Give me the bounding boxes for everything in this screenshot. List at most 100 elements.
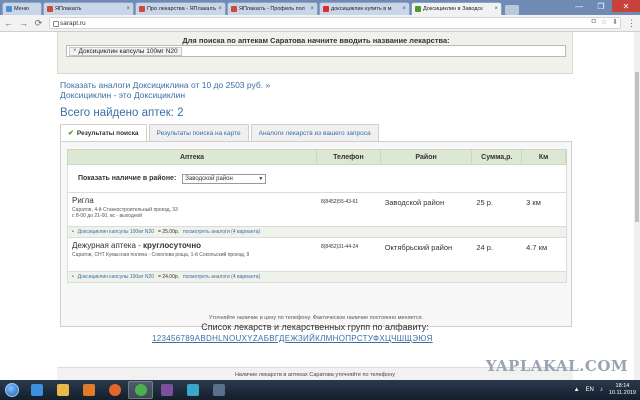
pharmacy-sum: 24 р. [476, 243, 494, 252]
address-bar: ← → ⟳ sarapt.ru ⋮ [0, 15, 640, 32]
search-chip-label: Доксициклин капсулы 100мг N20 [78, 47, 178, 55]
pharmacy-cell: Дежурная аптека - круглосуточно Саратов,… [68, 238, 317, 271]
search-input[interactable]: × Доксициклин капсулы 100мг N20 [66, 45, 566, 57]
item-analogs-link[interactable]: посмотреть аналоги (4 варианта) [183, 229, 260, 235]
browser-tab[interactable]: ЯПлакалъ × [43, 2, 134, 15]
browser-tab-label: Про лекарства - ЯПлакалъ [147, 6, 217, 12]
close-tab-icon[interactable]: × [402, 6, 406, 12]
close-button[interactable]: ✕ [612, 0, 640, 12]
browser-tab[interactable]: Доксициклин в Заводск × [411, 2, 502, 15]
camera-icon[interactable]: ◘ [592, 18, 596, 26]
pharmacy-sum: 25 р. [476, 198, 494, 207]
language-indicator[interactable]: EN [586, 387, 594, 393]
district-filter: Показать наличие в районе: Заводской рай… [67, 165, 567, 193]
close-tab-icon[interactable]: × [218, 6, 222, 12]
search-label: Для поиска по аптекам Саратова начните в… [182, 36, 450, 45]
chrome-icon[interactable] [128, 381, 153, 399]
bullet-icon: • [72, 274, 74, 280]
clock-date: 10.11.2019 [608, 390, 636, 396]
media-icon[interactable] [76, 381, 101, 399]
table-row: Ригла Саратов, 4-й Станкостроительный пр… [67, 193, 567, 227]
ie-icon[interactable] [24, 381, 49, 399]
tab-label: Результаты поиска на карте [156, 129, 241, 137]
page-scrollbar[interactable] [634, 32, 640, 380]
pharmacy-name: Дежурная аптека - круглосуточно [72, 241, 202, 250]
tab-map-results[interactable]: Результаты поиска на карте [148, 124, 249, 141]
volume-icon[interactable]: ♪ [600, 387, 603, 393]
col-district: Район [381, 150, 473, 164]
show-analogs-link[interactable]: Показать аналоги Доксициклина от 10 до 2… [60, 80, 270, 90]
clock[interactable]: 18:14 10.11.2019 [609, 383, 636, 397]
photo-icon[interactable] [180, 381, 205, 399]
item-analogs-link[interactable]: посмотреть аналоги (4 варианта) [183, 274, 260, 280]
item-link[interactable]: Доксициклин капсулы 100мг N20 [78, 229, 154, 235]
windows-taskbar: ▲ EN ♪ 18:14 10.11.2019 [0, 380, 640, 400]
star-icon[interactable]: ☆ [601, 18, 607, 26]
scrollbar-thumb[interactable] [635, 72, 639, 222]
search-panel: Для поиска по аптекам Саратова начните в… [57, 32, 573, 74]
page-content: Для поиска по аптекам Саратова начните в… [57, 32, 573, 380]
pharmacy-distance: 3 км [526, 198, 541, 207]
availability-note: Уточняйте наличие и цену по телефону. Фа… [208, 315, 424, 321]
start-button[interactable] [0, 380, 24, 400]
tray-up-icon[interactable]: ▲ [574, 387, 580, 393]
tab-label: Аналоги лекарств из вашего запроса [258, 129, 371, 137]
minimize-button[interactable]: — [568, 0, 590, 12]
item-price: = 25.00р. [158, 229, 180, 235]
search-chip[interactable]: × Доксициклин капсулы 100мг N20 [69, 46, 182, 56]
menu-icon[interactable]: ⋮ [627, 18, 636, 29]
back-icon[interactable]: ← [4, 18, 13, 28]
page-viewport: Для поиска по аптекам Саратова начните в… [0, 32, 640, 380]
tab-search-results[interactable]: ✔ Результаты поиска [60, 124, 147, 141]
remove-chip-icon[interactable]: × [73, 48, 77, 54]
item-row: • Доксициклин капсулы 100мг N20 = 24.00р… [67, 272, 567, 283]
forward-icon[interactable]: → [19, 18, 28, 28]
pharmacy-distance: 4.7 км [526, 243, 548, 252]
firefox-icon[interactable] [102, 381, 127, 399]
district-select[interactable]: Заводской район ▼ [182, 173, 267, 184]
district-filter-label: Показать наличие в районе: [78, 175, 177, 182]
favicon-icon [323, 6, 329, 12]
viber-icon[interactable] [154, 381, 179, 399]
close-tab-icon[interactable]: × [126, 6, 130, 12]
district-select-value: Заводской район [185, 175, 233, 182]
folder-icon[interactable] [50, 381, 75, 399]
favicon-icon [415, 6, 421, 12]
table-header: Аптека Телефон Район Сумма,р. Км [67, 149, 567, 165]
item-price: = 24.00р. [158, 274, 180, 280]
col-pharmacy: Аптека [68, 150, 317, 164]
clock-time: 18:14 [615, 383, 630, 389]
pharmacy-address: Саратов, СНТ Кумысная поляна - Соколова … [72, 252, 250, 258]
url-input[interactable]: sarapt.ru [49, 17, 621, 29]
url-actions: ◘ ☆ ⬇ [592, 18, 618, 26]
windows-logo-icon [5, 383, 19, 397]
reload-icon[interactable]: ⟳ [34, 18, 43, 29]
browser-tab[interactable]: Меню [2, 2, 42, 15]
maximize-button[interactable]: ❐ [590, 0, 612, 12]
pharmacy-phone: 8(8452)31-44-24 [320, 244, 359, 250]
pharmacy-cell: Ригла Саратов, 4-й Станкостроительный пр… [68, 193, 317, 226]
tab-analogs[interactable]: Аналоги лекарств из вашего запроса [250, 124, 379, 141]
check-icon: ✔ [68, 130, 74, 137]
close-tab-icon[interactable]: × [494, 6, 498, 12]
favicon-icon [231, 6, 237, 12]
app-icon[interactable] [206, 381, 231, 399]
browser-tab-label: ЯПлакалъ - Профиль пол [239, 6, 305, 12]
alphabet-links[interactable]: 123456789ABDHLNOUXYZАБВГДЕЖЗИЙКЛМНОПРСТУ… [152, 334, 433, 343]
favicon-icon [47, 6, 53, 12]
pharmacy-table: Аптека Телефон Район Сумма,р. Км Показат… [67, 149, 567, 283]
browser-tab[interactable]: Про лекарства - ЯПлакалъ × [135, 2, 226, 15]
browser-tab[interactable]: ЯПлакалъ - Профиль пол × [227, 2, 318, 15]
pharmacy-district-link[interactable]: Октябрьский район [381, 238, 473, 271]
drug-info-link[interactable]: Доксициклин - это Доксициклин [60, 90, 185, 100]
browser-tab[interactable]: доксициклин купить в м × [319, 2, 410, 15]
results-panel: Аптека Телефон Район Сумма,р. Км Показат… [60, 141, 572, 327]
item-link[interactable]: Доксициклин капсулы 100мг N20 [78, 274, 154, 280]
pharmacy-phone: 8(8452)55-43-61 [320, 199, 359, 205]
new-tab-button[interactable] [505, 5, 519, 15]
browser-tab-bar: Меню ЯПлакалъ × Про лекарства - ЯПлакалъ × ЯП… [0, 0, 640, 15]
pharmacy-district-link[interactable]: Заводской район [381, 193, 473, 226]
close-tab-icon[interactable]: × [310, 6, 314, 12]
download-icon[interactable]: ⬇ [612, 18, 618, 26]
col-sum: Сумма,р. [472, 150, 523, 164]
